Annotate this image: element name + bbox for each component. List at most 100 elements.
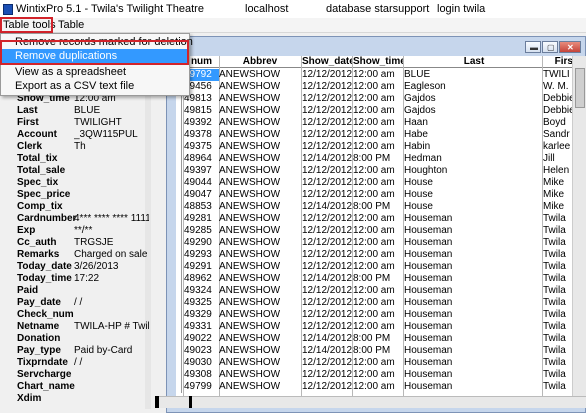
table-cell[interactable]: 49291: [184, 261, 219, 273]
table-cell[interactable]: 49281: [184, 213, 219, 225]
record-field-value[interactable]: Charged on sale 49: [74, 249, 149, 261]
table-cell[interactable]: ANEWSHOW: [219, 69, 301, 81]
row-selector[interactable]: [176, 165, 182, 177]
table-cell[interactable]: ANEWSHOW: [219, 345, 301, 357]
table-cell[interactable]: 12:00 am: [353, 225, 403, 237]
table-cell[interactable]: ANEWSHOW: [219, 129, 301, 141]
table-cell[interactable]: 12/12/2012: [302, 357, 352, 369]
table-cell[interactable]: 8:00 PM: [353, 345, 403, 357]
table-cell[interactable]: ANEWSHOW: [219, 333, 301, 345]
table-cell[interactable]: Haan: [404, 117, 544, 129]
row-selector[interactable]: [176, 297, 182, 309]
table-cell[interactable]: 49293: [184, 249, 219, 261]
table-cell[interactable]: ANEWSHOW: [219, 153, 301, 165]
table-cell[interactable]: 12:00 am: [353, 381, 403, 393]
table-cell[interactable]: Houseman: [404, 369, 544, 381]
table-cell[interactable]: 49378: [184, 129, 219, 141]
table-cell[interactable]: 12:00 am: [353, 357, 403, 369]
table-cell[interactable]: ANEWSHOW: [219, 357, 301, 369]
table-cell[interactable]: Houseman: [404, 213, 544, 225]
table-cell[interactable]: 48853: [184, 201, 219, 213]
table-cell[interactable]: Hedman: [404, 153, 544, 165]
table-cell[interactable]: Houseman: [404, 225, 544, 237]
table-row[interactable]: 49456 ANEWSHOW 12/12/2012 12:00 am Eagleson W…: [176, 81, 586, 93]
table-cell[interactable]: ANEWSHOW: [219, 93, 301, 105]
table-cell[interactable]: Houseman: [404, 285, 544, 297]
table-cell[interactable]: Houseman: [404, 237, 544, 249]
col-header-show-time[interactable]: Show_time: [353, 56, 403, 68]
row-selector[interactable]: [176, 249, 182, 261]
menu-export-csv[interactable]: Export as a CSV text file: [2, 79, 188, 93]
table-cell[interactable]: 12/12/2012: [302, 321, 352, 333]
table-row[interactable]: 48853 ANEWSHOW 12/14/2012 8:00 PM House Mike: [176, 201, 586, 213]
table-row[interactable]: 49392 ANEWSHOW 12/12/2012 12:00 am Haan Boyd: [176, 117, 586, 129]
table-cell[interactable]: 12/12/2012: [302, 117, 352, 129]
table-cell[interactable]: 12/12/2012: [302, 177, 352, 189]
row-selector[interactable]: [176, 309, 182, 321]
record-field-value[interactable]: Paid by-Card: [74, 345, 149, 357]
table-cell[interactable]: BLUE: [404, 69, 544, 81]
record-field-value[interactable]: TWILA-HP # Twila: [74, 321, 149, 333]
record-field-value[interactable]: TWILIGHT: [74, 117, 149, 129]
table-row[interactable]: 49285 ANEWSHOW 12/12/2012 12:00 am Houseman T…: [176, 225, 586, 237]
grid-vertical-scrollbar[interactable]: [572, 56, 586, 396]
table-row[interactable]: 49815 ANEWSHOW 12/12/2012 12:00 am Gajdos Deb…: [176, 105, 586, 117]
table-cell[interactable]: 49392: [184, 117, 219, 129]
row-selector[interactable]: [176, 357, 182, 369]
table-cell[interactable]: ANEWSHOW: [219, 249, 301, 261]
table-row[interactable]: 49044 ANEWSHOW 12/12/2012 12:00 am House Mike: [176, 177, 586, 189]
table-cell[interactable]: ANEWSHOW: [219, 309, 301, 321]
table-cell[interactable]: House: [404, 177, 544, 189]
table-cell[interactable]: 12/12/2012: [302, 309, 352, 321]
table-cell[interactable]: Habin: [404, 141, 544, 153]
col-header-last[interactable]: Last: [404, 56, 544, 68]
table-cell[interactable]: 12:00 am: [353, 165, 403, 177]
table-cell[interactable]: 8:00 PM: [353, 273, 403, 285]
table-cell[interactable]: 12/12/2012: [302, 129, 352, 141]
row-selector[interactable]: [176, 153, 182, 165]
table-row[interactable]: 49375 ANEWSHOW 12/12/2012 12:00 am Habin karl…: [176, 141, 586, 153]
table-cell[interactable]: 12/12/2012: [302, 369, 352, 381]
row-selector[interactable]: [176, 273, 182, 285]
table-row[interactable]: 48964 ANEWSHOW 12/14/2012 8:00 PM Hedman Jill: [176, 153, 586, 165]
col-header-show-date[interactable]: Show_date: [302, 56, 352, 68]
row-selector[interactable]: [176, 225, 182, 237]
menu-view-as-spreadsheet[interactable]: View as a spreadsheet: [2, 65, 188, 79]
maximize-button[interactable]: ▢: [542, 41, 558, 53]
record-field-value[interactable]: _3QW115PUL: [74, 129, 149, 141]
table-cell[interactable]: Houseman: [404, 321, 544, 333]
table-cell[interactable]: Houseman: [404, 297, 544, 309]
table-cell[interactable]: 49329: [184, 309, 219, 321]
table-row[interactable]: 49308 ANEWSHOW 12/12/2012 12:00 am Houseman T…: [176, 369, 586, 381]
table-cell[interactable]: 12:00 am: [353, 93, 403, 105]
table-cell[interactable]: 12/14/2012: [302, 273, 352, 285]
table-cell[interactable]: 12:00 am: [353, 105, 403, 117]
table-cell[interactable]: 12/12/2012: [302, 237, 352, 249]
table-cell[interactable]: 12/12/2012: [302, 297, 352, 309]
table-cell[interactable]: Houseman: [404, 357, 544, 369]
row-selector[interactable]: [176, 213, 182, 225]
table-cell[interactable]: ANEWSHOW: [219, 189, 301, 201]
table-cell[interactable]: ANEWSHOW: [219, 381, 301, 393]
table-cell[interactable]: 49030: [184, 357, 219, 369]
table-cell[interactable]: 49022: [184, 333, 219, 345]
record-field-value[interactable]: Th: [74, 141, 149, 153]
row-selector[interactable]: [176, 201, 182, 213]
table-cell[interactable]: Habe: [404, 129, 544, 141]
row-selector[interactable]: [176, 333, 182, 345]
table-cell[interactable]: 12/12/2012: [302, 165, 352, 177]
row-selector[interactable]: [176, 129, 182, 141]
table-cell[interactable]: ANEWSHOW: [219, 105, 301, 117]
table-cell[interactable]: 12:00 am: [353, 309, 403, 321]
table-cell[interactable]: 12/12/2012: [302, 261, 352, 273]
table-cell[interactable]: 49047: [184, 189, 219, 201]
table-cell[interactable]: 12:00 am: [353, 81, 403, 93]
row-selector[interactable]: [176, 381, 182, 393]
table-cell[interactable]: 12/12/2012: [302, 69, 352, 81]
table-cell[interactable]: 49799: [184, 381, 219, 393]
table-cell[interactable]: 49815: [184, 105, 219, 117]
row-selector[interactable]: [176, 177, 182, 189]
table-row[interactable]: 49022 ANEWSHOW 12/14/2012 8:00 PM Houseman Tw…: [176, 333, 586, 345]
table-cell[interactable]: 12/14/2012: [302, 153, 352, 165]
table-cell[interactable]: ANEWSHOW: [219, 369, 301, 381]
